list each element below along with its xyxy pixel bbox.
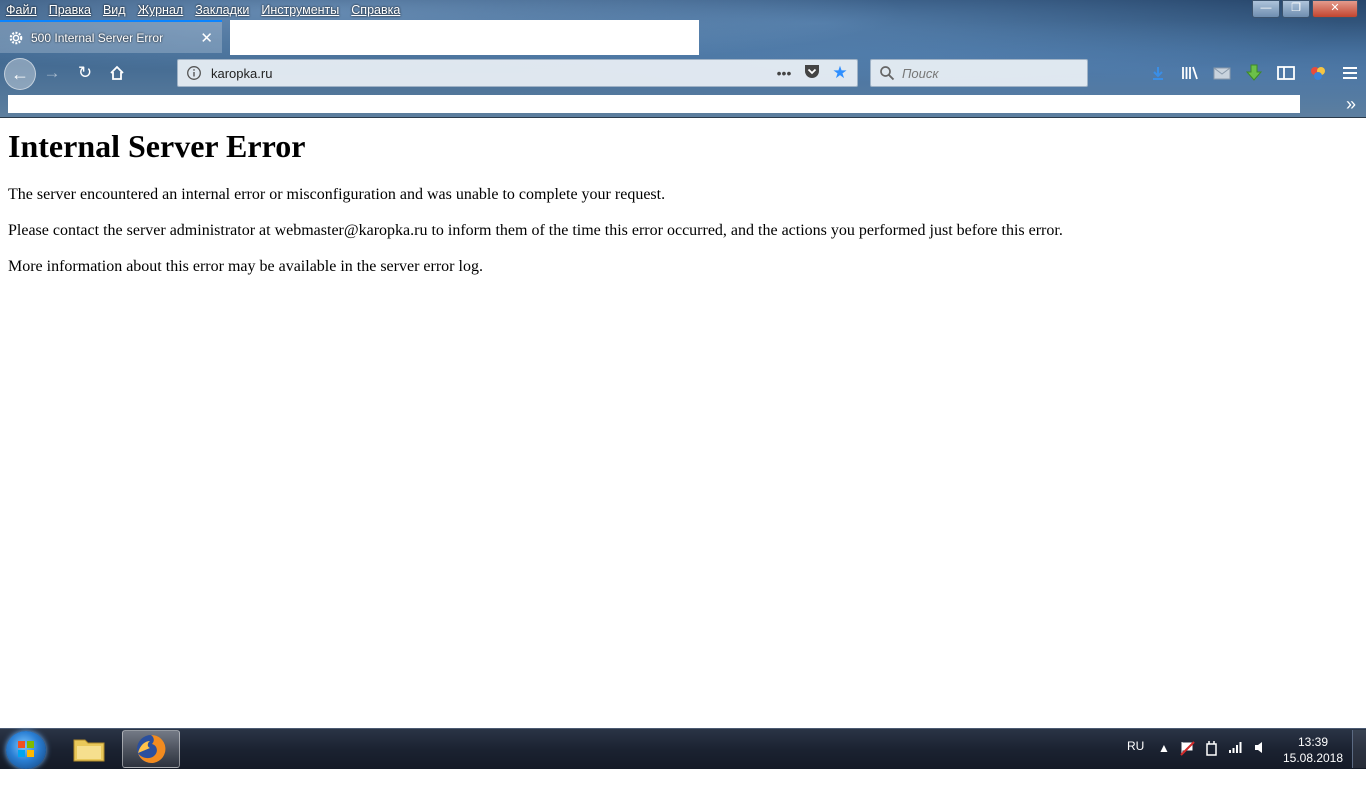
- error-paragraph: The server encountered an internal error…: [8, 186, 666, 203]
- clock-date: 15.08.2018: [1282, 751, 1344, 765]
- tab-title: 500 Internal Server Error: [31, 30, 164, 45]
- minimize-button[interactable]: —: [1252, 0, 1280, 18]
- menu-help[interactable]: Справка: [351, 3, 400, 17]
- pocket-icon[interactable]: [801, 64, 823, 82]
- chevron-double-right-icon[interactable]: »: [1346, 93, 1356, 115]
- menu-edit[interactable]: Правка: [49, 3, 91, 17]
- taskbar-explorer-button[interactable]: [60, 730, 118, 768]
- home-icon: [110, 65, 124, 80]
- tray-expand-icon[interactable]: ▲: [1158, 741, 1170, 755]
- browser-chrome: Файл Правка Вид Журнал Закладки Инструме…: [0, 0, 1366, 118]
- close-tab-icon[interactable]: ✕: [200, 29, 213, 47]
- green-download-icon[interactable]: [1238, 61, 1270, 85]
- menu-history[interactable]: Журнал: [138, 3, 184, 17]
- contact-paragraph: Please contact the server administrator …: [8, 222, 1063, 239]
- close-window-button[interactable]: ✕: [1312, 0, 1358, 18]
- menu-file[interactable]: Файл: [6, 3, 37, 17]
- page-content: Internal Server Error The server encount…: [8, 118, 1358, 294]
- bookmark-star-icon[interactable]: ★: [829, 63, 851, 83]
- sidebar-icon[interactable]: [1270, 61, 1302, 85]
- taskbar-firefox-button[interactable]: [122, 730, 180, 768]
- maximize-button[interactable]: ❐: [1282, 0, 1310, 18]
- volume-icon[interactable]: [1254, 741, 1266, 757]
- reload-button[interactable]: ↻: [73, 61, 97, 85]
- action-center-flag-icon[interactable]: [1180, 741, 1195, 759]
- power-plug-icon[interactable]: [1204, 741, 1218, 759]
- language-indicator[interactable]: RU: [1127, 739, 1144, 753]
- menu-view[interactable]: Вид: [103, 3, 126, 17]
- page-title: Internal Server Error: [8, 128, 306, 164]
- download-icon[interactable]: [1142, 61, 1174, 85]
- tabbar-blank-area: [230, 20, 699, 55]
- tab-active[interactable]: 500 Internal Server Error ✕: [0, 20, 222, 53]
- windows-logo-icon: [18, 741, 34, 757]
- address-bar[interactable]: karopka.ru ••• ★: [177, 59, 858, 87]
- mail-icon[interactable]: [1206, 61, 1238, 85]
- bookmarks-toolbar: [8, 95, 1300, 113]
- taskbar: RU ▲ 13:39 15.08.2018: [0, 728, 1366, 770]
- library-icon[interactable]: [1174, 61, 1206, 85]
- start-button[interactable]: [6, 731, 46, 769]
- hamburger-menu-icon[interactable]: [1334, 61, 1366, 85]
- gear-icon: [9, 31, 23, 44]
- forward-button[interactable]: →: [40, 61, 64, 85]
- clock-time: 13:39: [1297, 735, 1329, 749]
- bottom-blank-strip: [0, 769, 1366, 791]
- menu-bookmarks[interactable]: Закладки: [195, 3, 249, 17]
- toolbar-icons: [1142, 60, 1366, 86]
- firefox-icon: [137, 734, 166, 763]
- search-icon: [880, 66, 895, 81]
- home-button[interactable]: [105, 61, 129, 85]
- page-actions-icon[interactable]: •••: [773, 65, 795, 81]
- search-placeholder: Поиск: [902, 65, 939, 81]
- url-text[interactable]: karopka.ru: [211, 66, 773, 81]
- network-signal-icon[interactable]: [1228, 741, 1243, 757]
- extension-icon[interactable]: [1302, 61, 1334, 85]
- menu-tools[interactable]: Инструменты: [261, 3, 339, 17]
- navigation-toolbar: ← → ↻ karopka.ru ••• ★ Поиск: [0, 54, 1366, 92]
- folder-icon: [73, 739, 105, 762]
- menubar: Файл Правка Вид Журнал Закладки Инструме…: [0, 0, 406, 20]
- system-clock[interactable]: 13:39 15.08.2018: [1276, 734, 1350, 766]
- back-button[interactable]: ←: [4, 58, 36, 90]
- info-icon[interactable]: [186, 65, 202, 81]
- search-bar[interactable]: Поиск: [870, 59, 1088, 87]
- show-desktop-button[interactable]: [1352, 730, 1366, 768]
- window-controls: — ❐ ✕: [1250, 0, 1358, 18]
- log-paragraph: More information about this error may be…: [8, 258, 483, 275]
